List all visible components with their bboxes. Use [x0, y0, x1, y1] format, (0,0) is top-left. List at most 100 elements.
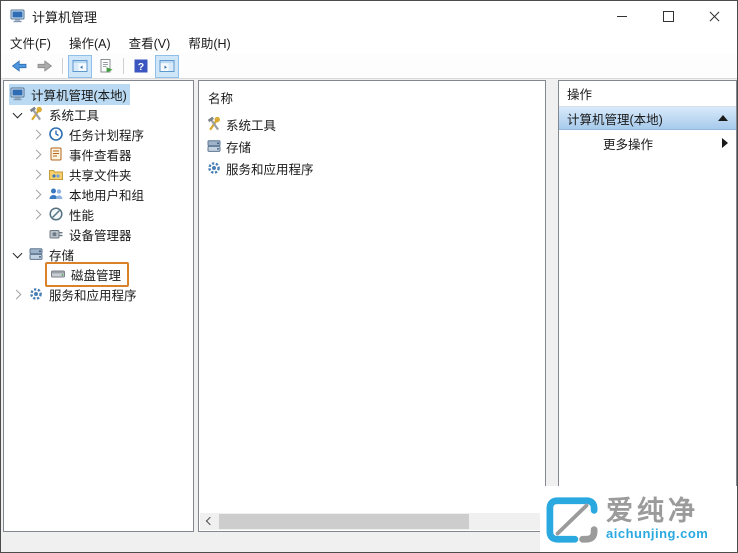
collapse-up-icon[interactable]: [718, 115, 728, 121]
menu-file[interactable]: 文件(F): [1, 30, 60, 55]
console-tree-toggle-button[interactable]: [68, 54, 92, 78]
tree-item-shared-folders[interactable]: 共享文件夹: [4, 164, 193, 184]
watermark-name: 爱纯净: [606, 496, 699, 527]
maximize-icon: [662, 10, 674, 22]
actions-group-computer-management[interactable]: 计算机管理(本地): [559, 107, 736, 130]
disk-management-highlight-box: 磁盘管理: [45, 261, 130, 287]
list-item-label: 服务和应用程序: [226, 162, 314, 177]
action-pane-toggle-icon: [159, 60, 175, 72]
disk-management-icon: [50, 266, 66, 282]
window-title: 计算机管理: [32, 9, 98, 25]
chevron-right-icon[interactable]: [33, 149, 43, 159]
chevron-placeholder: [33, 269, 43, 279]
tree-item-event-viewer[interactable]: 事件查看器: [4, 144, 193, 164]
list-item-system-tools[interactable]: 系统工具: [199, 113, 545, 135]
tree-item-label: 设备管理器: [69, 228, 132, 243]
forward-arrow-icon: [37, 60, 53, 72]
forward-button[interactable]: [33, 55, 57, 78]
maximize-button[interactable]: [645, 1, 691, 31]
help-icon: ?: [134, 59, 148, 73]
chevron-down-icon[interactable]: [13, 249, 23, 259]
watermark: 爱纯净 aichunjing.com: [540, 486, 737, 552]
device-manager-icon: [48, 226, 64, 242]
menu-bar: 文件(F) 操作(A) 查看(V) 帮助(H): [1, 31, 737, 54]
toolbar-separator: [123, 58, 124, 74]
event-viewer-icon: [48, 146, 64, 162]
export-list-button[interactable]: [94, 55, 118, 78]
computer-management-icon: [10, 8, 26, 24]
title-bar: 计算机管理: [1, 1, 737, 31]
aichunjing-logo-icon: [544, 495, 600, 548]
svg-text:?: ?: [138, 61, 144, 73]
task-scheduler-icon: [48, 126, 64, 142]
main-area: 计算机管理(本地) 系统工具 任务计划程序 事件查看器 共享文件夹 本地用户和组…: [1, 80, 737, 532]
chevron-right-icon[interactable]: [33, 129, 43, 139]
tree-item-label: 任务计划程序: [69, 128, 145, 143]
actions-group-title: 计算机管理(本地): [567, 112, 663, 127]
tree-item-label: 共享文件夹: [69, 168, 132, 183]
list-item-storage[interactable]: 存储: [199, 135, 545, 157]
tree-item-local-users-groups[interactable]: 本地用户和组: [4, 184, 193, 204]
tools-icon: [206, 116, 222, 132]
export-list-icon: [100, 59, 113, 73]
chevron-down-icon[interactable]: [13, 109, 23, 119]
tree-item-label: 磁盘管理: [71, 268, 122, 283]
list-item-label: 系统工具: [226, 118, 277, 133]
computer-icon: [10, 86, 26, 102]
tree-item-label: 性能: [69, 208, 95, 223]
tree-item-device-manager[interactable]: 设备管理器: [4, 224, 193, 244]
scrollbar-thumb[interactable]: [219, 514, 469, 529]
toolbar: ?: [1, 54, 737, 79]
more-actions-item[interactable]: 更多操作: [559, 130, 736, 156]
close-icon: [709, 11, 720, 22]
tree-item-performance[interactable]: 性能: [4, 204, 193, 224]
tree-item-label: 系统工具: [49, 108, 100, 123]
tree-item-services-applications[interactable]: 服务和应用程序: [4, 284, 193, 304]
more-actions-label: 更多操作: [603, 137, 654, 152]
minimize-icon: [617, 15, 627, 17]
scroll-left-arrow-icon[interactable]: [200, 513, 217, 530]
tree-item-disk-management[interactable]: 磁盘管理: [4, 261, 193, 287]
menu-help[interactable]: 帮助(H): [179, 30, 239, 55]
tree-item-label: 计算机管理(本地): [31, 88, 127, 103]
menu-view[interactable]: 查看(V): [120, 30, 180, 55]
shared-folders-icon: [48, 166, 64, 182]
chevron-right-icon[interactable]: [13, 289, 23, 299]
tools-icon: [28, 106, 44, 122]
help-button[interactable]: ?: [129, 55, 153, 78]
storage-icon: [206, 138, 222, 154]
tree-item-computer-management-local[interactable]: 计算机管理(本地): [4, 83, 193, 105]
actions-panel: 操作 计算机管理(本地) 更多操作: [558, 80, 737, 532]
tree-selection-highlight: 计算机管理(本地): [9, 83, 130, 105]
tree-item-task-scheduler[interactable]: 任务计划程序: [4, 124, 193, 144]
list-item-label: 存储: [226, 140, 252, 155]
menu-action[interactable]: 操作(A): [60, 30, 120, 55]
computer-management-window: 计算机管理 文件(F) 操作(A) 查看(V) 帮助(H) ? 计算机管理(本地…: [0, 0, 738, 553]
toolbar-separator: [62, 58, 63, 74]
tree-item-system-tools[interactable]: 系统工具: [4, 104, 193, 124]
back-button[interactable]: [7, 55, 31, 78]
expand-right-icon: [722, 138, 728, 148]
minimize-button[interactable]: [599, 1, 645, 31]
tree-item-label: 本地用户和组: [69, 188, 145, 203]
column-header-name[interactable]: 名称: [199, 81, 545, 113]
actions-header: 操作: [559, 81, 736, 107]
chevron-placeholder: [33, 229, 43, 239]
list-item-services-applications[interactable]: 服务和应用程序: [199, 157, 545, 179]
results-list-panel: 名称 系统工具 存储 服务和应用程序: [198, 80, 546, 532]
chevron-right-icon[interactable]: [33, 209, 43, 219]
console-tree-panel: 计算机管理(本地) 系统工具 任务计划程序 事件查看器 共享文件夹 本地用户和组…: [3, 80, 194, 532]
horizontal-scrollbar[interactable]: [200, 513, 544, 530]
chevron-right-icon[interactable]: [33, 189, 43, 199]
watermark-domain: aichunjing.com: [606, 525, 709, 541]
performance-icon: [48, 206, 64, 222]
tree-item-label: 事件查看器: [69, 148, 132, 163]
chevron-right-icon[interactable]: [33, 169, 43, 179]
console-tree-toggle-icon: [72, 60, 88, 72]
close-button[interactable]: [691, 1, 737, 31]
tree-item-label: 服务和应用程序: [49, 288, 137, 303]
services-icon: [28, 286, 44, 302]
services-icon: [206, 160, 222, 176]
tree-item-label: 存储: [49, 248, 75, 263]
action-pane-toggle-button[interactable]: [155, 54, 179, 78]
